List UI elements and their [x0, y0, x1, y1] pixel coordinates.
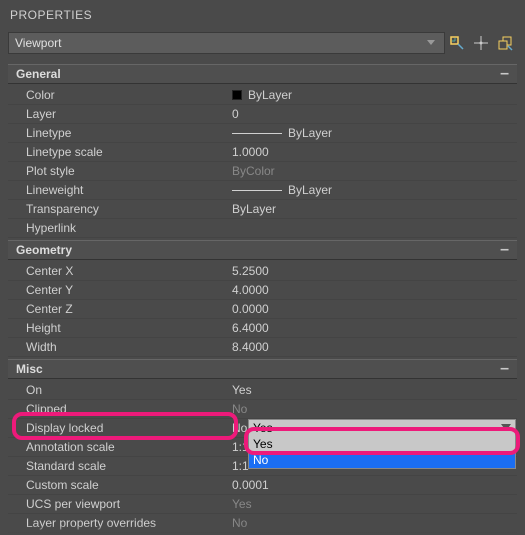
general-rows: Color ByLayer Layer 0 Linetype ByLayer L… — [4, 84, 521, 238]
section-title: Misc — [16, 362, 43, 376]
geometry-rows: Center X 5.2500 Center Y 4.0000 Center Z… — [4, 260, 521, 357]
value-center-y: 4.0000 — [232, 283, 517, 297]
properties-panel: PROPERTIES Viewport General – Color — [0, 0, 525, 535]
chevron-down-icon — [501, 424, 511, 432]
section-header-general[interactable]: General – — [8, 64, 517, 84]
row-linetype-scale[interactable]: Linetype scale 1.0000 — [8, 143, 517, 162]
row-transparency[interactable]: Transparency ByLayer — [8, 200, 517, 219]
section-title: Geometry — [16, 243, 72, 257]
value-color-text: ByLayer — [248, 88, 292, 102]
value-layer: 0 — [232, 107, 517, 121]
linetype-sample-icon — [232, 133, 282, 134]
value-linetype-text: ByLayer — [288, 126, 332, 140]
value-display-locked-text: No — [232, 421, 247, 435]
value-color: ByLayer — [232, 88, 517, 102]
value-ucs-per-viewport: Yes — [232, 497, 517, 511]
row-lineweight[interactable]: Lineweight ByLayer — [8, 181, 517, 200]
value-linetype-scale: 1.0000 — [232, 145, 517, 159]
value-transparency: ByLayer — [232, 202, 517, 216]
lineweight-sample-icon — [232, 190, 282, 191]
collapse-icon: – — [500, 69, 509, 79]
label-height: Height — [8, 321, 232, 335]
dropdown-option-no[interactable]: No — [249, 452, 515, 468]
quick-select-icon[interactable] — [449, 35, 465, 51]
row-plot-style[interactable]: Plot style ByColor — [8, 162, 517, 181]
panel-title: PROPERTIES — [4, 4, 521, 32]
chevron-down-icon — [424, 32, 438, 54]
label-custom-scale: Custom scale — [8, 478, 232, 492]
row-on[interactable]: On Yes — [8, 381, 517, 400]
row-ucs-per-viewport[interactable]: UCS per viewport Yes — [8, 495, 517, 514]
row-height[interactable]: Height 6.4000 — [8, 319, 517, 338]
fade-overlay — [0, 525, 525, 535]
collapse-icon: – — [500, 364, 509, 374]
label-linetype-scale: Linetype scale — [8, 145, 232, 159]
section-title: General — [16, 67, 61, 81]
label-standard-scale: Standard scale — [8, 459, 232, 473]
value-linetype: ByLayer — [232, 126, 517, 140]
value-on: Yes — [232, 383, 517, 397]
display-locked-dropdown[interactable]: Yes Yes No — [248, 419, 516, 469]
row-layer[interactable]: Layer 0 — [8, 105, 517, 124]
label-center-y: Center Y — [8, 283, 232, 297]
label-lineweight: Lineweight — [8, 183, 232, 197]
row-color[interactable]: Color ByLayer — [8, 86, 517, 105]
dropdown-selected-text: Yes — [253, 421, 273, 435]
row-custom-scale[interactable]: Custom scale 0.0001 — [8, 476, 517, 495]
section-header-geometry[interactable]: Geometry – — [8, 240, 517, 260]
object-type-select[interactable]: Viewport — [8, 32, 445, 54]
crosshair-icon[interactable] — [473, 35, 489, 51]
value-clipped: No — [232, 402, 517, 416]
value-custom-scale: 0.0001 — [232, 478, 517, 492]
label-center-x: Center X — [8, 264, 232, 278]
section-header-misc[interactable]: Misc – — [8, 359, 517, 379]
row-center-x[interactable]: Center X 5.2500 — [8, 262, 517, 281]
label-display-locked: Display locked — [8, 421, 232, 435]
toolbar-icons — [449, 35, 517, 51]
row-linetype[interactable]: Linetype ByLayer — [8, 124, 517, 143]
value-lineweight: ByLayer — [232, 183, 517, 197]
toggle-pim-icon[interactable] — [497, 35, 513, 51]
value-plot-style: ByColor — [232, 164, 517, 178]
value-center-x: 5.2500 — [232, 264, 517, 278]
label-width: Width — [8, 340, 232, 354]
row-center-z[interactable]: Center Z 0.0000 — [8, 300, 517, 319]
label-color: Color — [8, 88, 232, 102]
row-width[interactable]: Width 8.4000 — [8, 338, 517, 357]
selector-row: Viewport — [4, 32, 521, 62]
value-height: 6.4000 — [232, 321, 517, 335]
collapse-icon: – — [500, 245, 509, 255]
label-layer: Layer — [8, 107, 232, 121]
label-on: On — [8, 383, 232, 397]
label-center-z: Center Z — [8, 302, 232, 316]
dropdown-selected[interactable]: Yes — [249, 420, 515, 436]
row-hyperlink[interactable]: Hyperlink — [8, 219, 517, 238]
row-center-y[interactable]: Center Y 4.0000 — [8, 281, 517, 300]
dropdown-option-yes[interactable]: Yes — [249, 436, 515, 452]
label-ucs-per-viewport: UCS per viewport — [8, 497, 232, 511]
label-clipped: Clipped — [8, 402, 232, 416]
value-lineweight-text: ByLayer — [288, 183, 332, 197]
color-swatch-icon — [232, 90, 242, 100]
label-annotation-scale: Annotation scale — [8, 440, 232, 454]
label-plot-style: Plot style — [8, 164, 232, 178]
label-hyperlink: Hyperlink — [8, 221, 232, 235]
row-clipped[interactable]: Clipped No — [8, 400, 517, 419]
object-type-value: Viewport — [15, 36, 61, 50]
value-width: 8.4000 — [232, 340, 517, 354]
label-transparency: Transparency — [8, 202, 232, 216]
value-center-z: 0.0000 — [232, 302, 517, 316]
label-linetype: Linetype — [8, 126, 232, 140]
